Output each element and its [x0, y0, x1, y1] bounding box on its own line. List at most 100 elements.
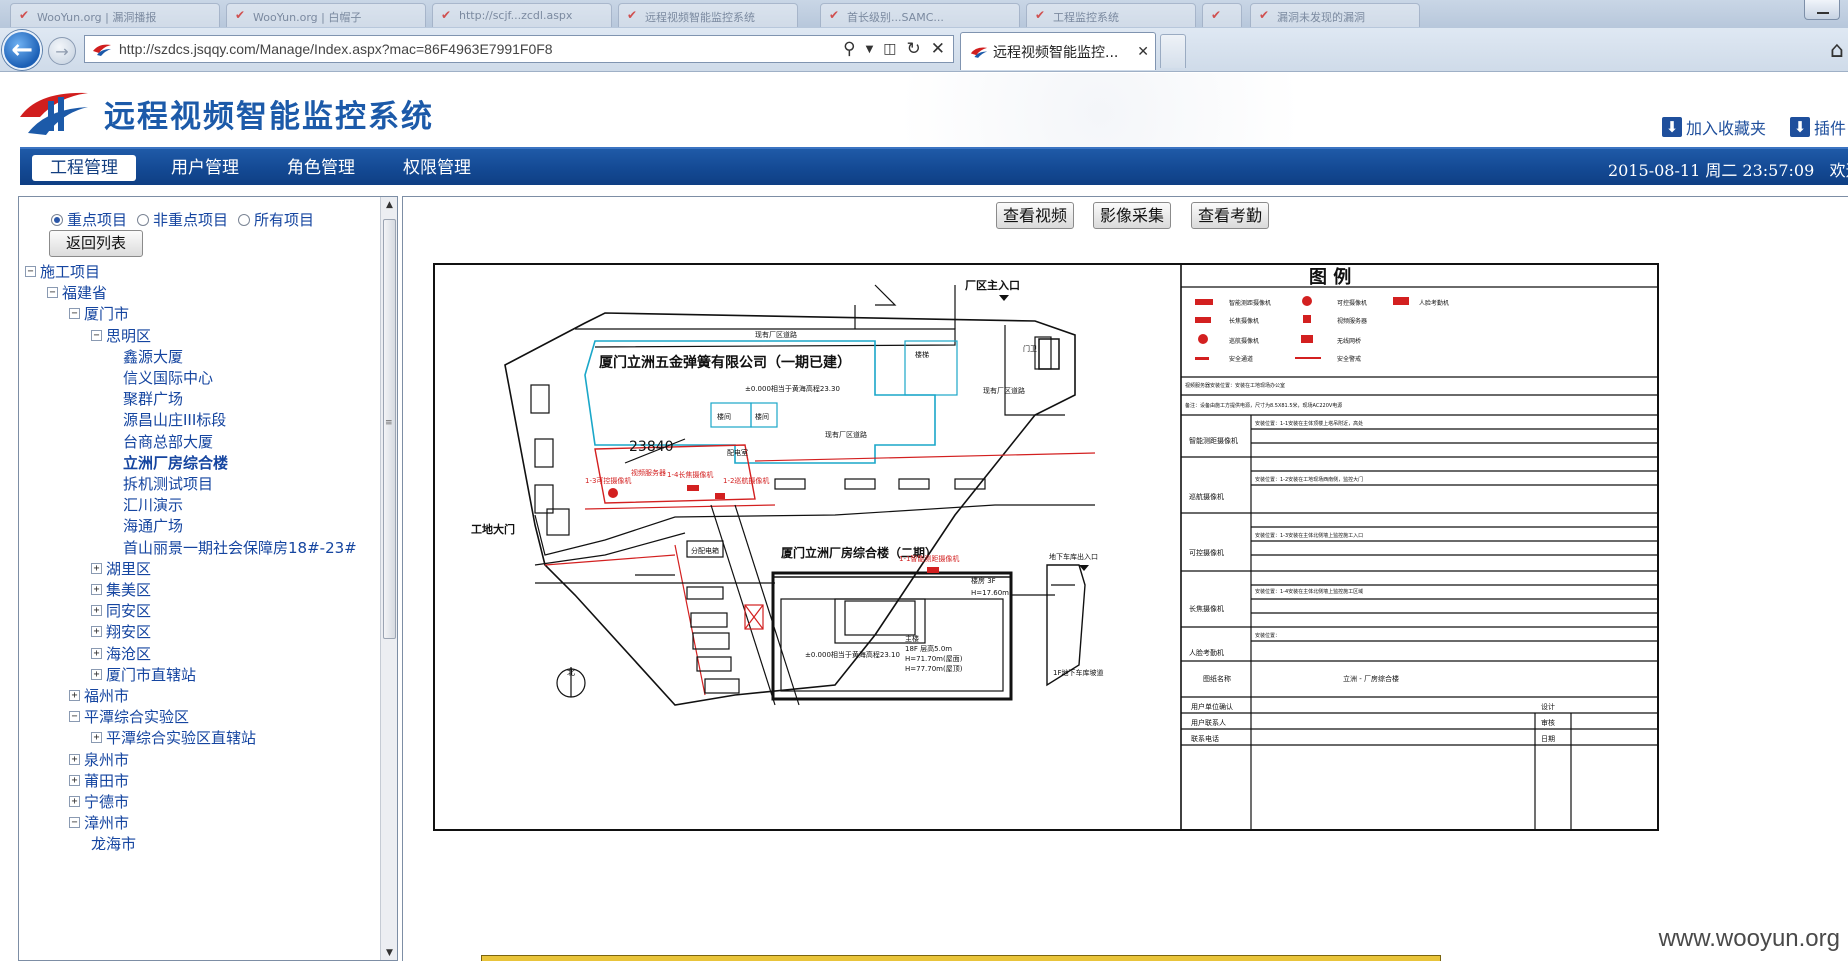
tree-node-label[interactable]: 宁德市: [84, 791, 129, 812]
radio-nonkey-projects[interactable]: [137, 213, 150, 226]
tree-node-label[interactable]: 厦门市: [84, 303, 129, 324]
expand-icon[interactable]: +: [91, 626, 102, 638]
tree-node[interactable]: + 海沧区: [91, 643, 151, 664]
tree-node[interactable]: + 厦门市直辖站: [91, 664, 196, 685]
tree-node-label[interactable]: 源昌山庄III标段: [123, 409, 226, 430]
menu-item-permission-management[interactable]: 权限管理: [382, 155, 492, 181]
tree-node[interactable]: − 施工项目: [25, 261, 100, 282]
scrollbar-thumb[interactable]: [383, 219, 396, 639]
browser-tab[interactable]: WooYun.org | 白帽子: [226, 3, 426, 27]
tree-node[interactable]: + 莆田市: [69, 770, 129, 791]
browser-tab[interactable]: [1202, 3, 1242, 27]
expand-icon[interactable]: +: [69, 753, 80, 765]
tree-node-label[interactable]: 翔安区: [106, 621, 151, 642]
expand-icon[interactable]: +: [91, 732, 102, 744]
view-attendance-button[interactable]: 查看考勤: [1191, 202, 1269, 229]
tree-node[interactable]: + 泉州市: [69, 749, 129, 770]
compat-view-icon[interactable]: ◫: [883, 41, 896, 57]
tree-node[interactable]: 台商总部大厦: [123, 431, 213, 452]
tree-node-label[interactable]: 平潭综合实验区直辖站: [106, 727, 256, 748]
tree-node-label[interactable]: 施工项目: [40, 261, 100, 282]
expand-icon[interactable]: +: [69, 774, 80, 786]
tree-node[interactable]: + 集美区: [91, 579, 151, 600]
tree-node-label[interactable]: 汇川演示: [123, 494, 183, 515]
refresh-icon[interactable]: ↻: [907, 39, 921, 59]
tree-node[interactable]: − 平潭综合实验区: [69, 706, 189, 727]
tree-node-label[interactable]: 海通广场: [123, 515, 183, 536]
tree-node-label[interactable]: 福建省: [62, 282, 107, 303]
browser-tab[interactable]: 首长级别...SAMC...: [820, 3, 1020, 27]
tree-node-label[interactable]: 湖里区: [106, 558, 151, 579]
expand-icon[interactable]: +: [69, 690, 80, 701]
tree-node-label[interactable]: 漳州市: [84, 812, 129, 833]
collapse-icon[interactable]: −: [69, 711, 80, 723]
tree-node-label[interactable]: 立洲厂房综合楼: [123, 452, 228, 473]
tree-node[interactable]: − 福建省: [47, 282, 107, 303]
active-browser-tab[interactable]: 远程视频智能监控... ✕: [960, 32, 1156, 70]
plugin-link[interactable]: ⬇ 插件: [1790, 115, 1846, 139]
radio-label-all[interactable]: 所有项目: [254, 209, 314, 230]
tree-node[interactable]: 立洲厂房综合楼: [123, 452, 228, 473]
tree-node[interactable]: 龙海市: [91, 833, 136, 854]
collapse-icon[interactable]: −: [25, 266, 36, 277]
expand-icon[interactable]: +: [91, 605, 102, 617]
browser-tab[interactable]: 漏洞未发现的漏洞: [1250, 3, 1420, 27]
tree-node[interactable]: + 同安区: [91, 600, 151, 621]
tree-node[interactable]: 首山丽景一期社会保障房18#-23#: [123, 537, 357, 558]
image-capture-button[interactable]: 影像采集: [1093, 202, 1171, 229]
radio-label-nonkey[interactable]: 非重点项目: [153, 209, 228, 230]
tree-node-label[interactable]: 鑫源大厦: [123, 346, 183, 367]
forward-arrow-icon[interactable]: →: [48, 37, 76, 65]
tree-node-label[interactable]: 平潭综合实验区: [84, 706, 189, 727]
tree-node[interactable]: 海通广场: [123, 515, 183, 536]
url-text[interactable]: http://szdcs.jsqqy.com/Manage/Index.aspx…: [119, 41, 553, 57]
expand-icon[interactable]: +: [91, 584, 102, 595]
add-favorite-link[interactable]: ⬇ 加入收藏夹: [1662, 115, 1766, 139]
tree-node[interactable]: + 福州市: [69, 685, 129, 706]
tree-node-label[interactable]: 厦门市直辖站: [106, 664, 196, 685]
browser-tab[interactable]: http://scjf...zcdl.aspx: [432, 3, 612, 27]
tree-node-label[interactable]: 信义国际中心: [123, 367, 213, 388]
tree-scrollbar[interactable]: ▲ ≡ ▼: [380, 197, 397, 960]
browser-tab[interactable]: 远程视频智能监控系统: [618, 3, 798, 27]
tree-node[interactable]: 聚群广场: [123, 388, 183, 409]
expand-icon[interactable]: +: [91, 647, 102, 659]
tree-node-label[interactable]: 同安区: [106, 600, 151, 621]
menu-item-project-management[interactable]: 工程管理: [32, 155, 136, 181]
menu-item-role-management[interactable]: 角色管理: [266, 155, 376, 181]
tree-node-label[interactable]: 台商总部大厦: [123, 431, 213, 452]
back-to-list-button[interactable]: 返回列表: [49, 230, 143, 257]
radio-key-projects[interactable]: [51, 213, 63, 226]
dropdown-icon[interactable]: ▼: [866, 44, 874, 55]
tree-node[interactable]: − 漳州市: [69, 812, 129, 833]
tree-node[interactable]: + 平潭综合实验区直辖站: [91, 727, 256, 748]
collapse-icon[interactable]: −: [91, 329, 102, 341]
tree-node-label[interactable]: 莆田市: [84, 770, 129, 791]
tree-node[interactable]: 拆机测试项目: [123, 473, 213, 494]
radio-all-projects[interactable]: [238, 213, 251, 226]
home-icon[interactable]: ⌂: [1830, 38, 1844, 63]
back-arrow-icon[interactable]: ←: [2, 30, 42, 70]
address-bar[interactable]: http://szdcs.jsqqy.com/Manage/Index.aspx…: [84, 35, 954, 63]
tree-node-label[interactable]: 海沧区: [106, 643, 151, 664]
tree-node[interactable]: 信义国际中心: [123, 367, 213, 388]
collapse-icon[interactable]: −: [69, 308, 80, 320]
tree-node-label[interactable]: 首山丽景一期社会保障房18#-23#: [123, 537, 357, 558]
tree-node-label[interactable]: 思明区: [106, 325, 151, 346]
stop-icon[interactable]: ✕: [931, 39, 945, 59]
tree-node[interactable]: 鑫源大厦: [123, 346, 183, 367]
tree-node[interactable]: 源昌山庄III标段: [123, 409, 226, 430]
tree-node-label[interactable]: 聚群广场: [123, 388, 183, 409]
tree-node-label[interactable]: 福州市: [84, 685, 129, 706]
tree-node-label[interactable]: 泉州市: [84, 749, 129, 770]
browser-tab[interactable]: WooYun.org | 漏洞播报: [10, 3, 220, 27]
tree-node[interactable]: 汇川演示: [123, 494, 183, 515]
radio-label-key[interactable]: 重点项目: [67, 209, 127, 230]
new-tab-button[interactable]: [1160, 34, 1186, 68]
expand-icon[interactable]: +: [69, 796, 80, 807]
expand-icon[interactable]: +: [91, 668, 102, 680]
tree-node[interactable]: + 宁德市: [69, 791, 129, 812]
tree-node-label[interactable]: 拆机测试项目: [123, 473, 213, 494]
view-video-button[interactable]: 查看视频: [996, 202, 1074, 229]
menu-item-user-management[interactable]: 用户管理: [150, 155, 260, 181]
